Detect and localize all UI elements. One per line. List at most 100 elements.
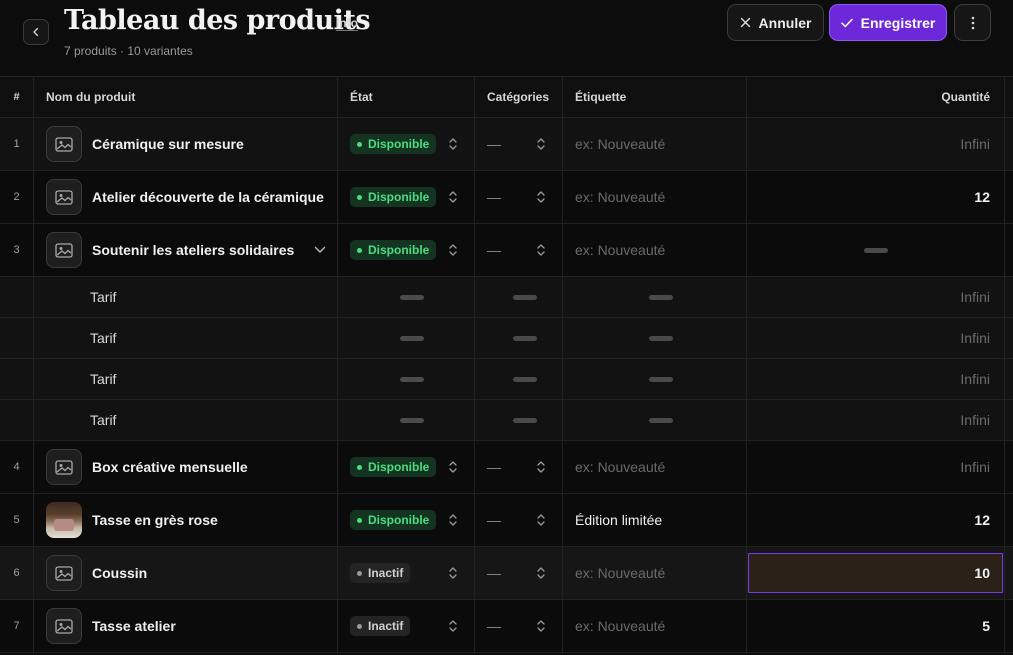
image-placeholder-icon [55,565,73,581]
state-cell[interactable]: Disponible [338,171,475,223]
variant-row[interactable]: Tarif Infini [0,359,1013,400]
select-chevrons-icon [537,244,545,256]
product-name: Box créative mensuelle [92,459,248,475]
select-chevrons-icon [449,461,457,473]
quantity-cell[interactable]: 12 [747,494,1005,546]
status-badge: Disponible [350,457,437,477]
save-button[interactable]: Enregistrer [829,4,947,41]
categories-cell[interactable]: — [475,600,563,652]
state-cell[interactable]: Disponible [338,441,475,493]
products-table: # Nom du produit État Catégories Étiquet… [0,76,1013,655]
product-name-cell[interactable]: Tasse atelier [34,600,338,652]
product-thumbnail [46,555,82,591]
info-link[interactable]: Info [336,16,358,30]
product-name-cell[interactable]: Atelier découverte de la céramique [34,171,338,223]
loading-placeholder [512,335,537,341]
chevron-left-icon [33,27,39,37]
table-row[interactable]: 1 Céramique sur mesure Disponible — ex: … [0,118,1013,171]
product-name-cell[interactable]: Coussin [34,547,338,599]
quantity-cell[interactable]: Infini [747,441,1005,493]
state-cell[interactable]: Disponible [338,494,475,546]
image-placeholder-icon [55,618,73,634]
product-name-cell[interactable]: Tasse en grès rose [34,494,338,546]
variant-quantity[interactable]: Infini [747,277,1005,317]
row-number: 3 [0,224,34,276]
variant-name: Tarif [34,359,338,399]
status-badge: Disponible [350,240,437,260]
table-row[interactable]: 5 Tasse en grès rose Disponible — Éditio… [0,494,1013,547]
tag-cell[interactable]: Édition limitée [563,494,747,546]
category-value: — [487,565,501,581]
column-header-num: # [0,77,34,117]
variant-quantity[interactable]: Infini [747,318,1005,358]
variant-quantity[interactable]: Infini [747,359,1005,399]
category-value: — [487,136,501,152]
product-name-cell[interactable]: Box créative mensuelle [34,441,338,493]
column-header-quantity[interactable]: Quantité [747,77,1005,117]
categories-cell[interactable]: — [475,224,563,276]
status-badge: Disponible [350,510,437,530]
state-cell[interactable]: Inactif [338,547,475,599]
column-header-tag[interactable]: Étiquette [563,77,747,117]
quantity-cell[interactable]: Infini [747,118,1005,170]
product-name: Coussin [92,565,148,581]
row-number: 7 [0,600,34,652]
select-chevrons-icon [537,138,545,150]
tag-cell[interactable]: ex: Nouveauté [563,118,747,170]
product-name-cell[interactable]: Céramique sur mesure [34,118,338,170]
product-name: Tasse en grès rose [92,512,218,528]
table-row[interactable]: 2 Atelier découverte de la céramique Dis… [0,171,1013,224]
product-name-cell[interactable]: Soutenir les ateliers solidaires [34,224,338,276]
product-name: Atelier découverte de la céramique [92,189,324,205]
quantity-cell[interactable] [747,224,1005,276]
check-icon [840,18,853,27]
table-row[interactable]: 6 Coussin Inactif — ex: Nouveauté 10 [0,547,1013,600]
table-header: # Nom du produit État Catégories Étiquet… [0,77,1013,118]
product-thumbnail [46,608,82,644]
quantity-cell[interactable]: 5 [747,600,1005,652]
tag-cell[interactable]: ex: Nouveauté [563,224,747,276]
tag-cell[interactable]: ex: Nouveauté [563,441,747,493]
categories-cell[interactable]: — [475,494,563,546]
tag-cell[interactable]: ex: Nouveauté [563,600,747,652]
select-chevrons-icon [449,138,457,150]
select-chevrons-icon [537,567,545,579]
back-button[interactable] [23,19,49,45]
table-row[interactable]: 3 Soutenir les ateliers solidaires Dispo… [0,224,1013,277]
categories-cell[interactable]: — [475,441,563,493]
row-number: 5 [0,494,34,546]
product-photo [46,502,82,538]
table-row[interactable]: 4 Box créative mensuelle Disponible — ex… [0,441,1013,494]
page-title: Tableau des produits [64,5,371,36]
table-row[interactable]: 7 Tasse atelier Inactif — ex: Nouveauté … [0,600,1013,653]
quantity-cell[interactable]: 12 [747,171,1005,223]
state-cell[interactable]: Disponible [338,118,475,170]
variant-row[interactable]: Tarif Infini [0,400,1013,441]
category-value: — [487,189,501,205]
state-cell[interactable]: Disponible [338,224,475,276]
variant-row[interactable]: Tarif Infini [0,277,1013,318]
variant-row[interactable]: Tarif Infini [0,318,1013,359]
loading-placeholder [648,376,673,382]
chevron-down-icon[interactable] [314,246,326,254]
tag-cell[interactable]: ex: Nouveauté [563,171,747,223]
cancel-button[interactable]: Annuler [727,4,824,41]
categories-cell[interactable]: — [475,547,563,599]
save-label: Enregistrer [860,14,936,31]
column-header-categories[interactable]: Catégories [475,77,563,117]
quantity-edit-input[interactable]: 10 [748,553,1003,593]
more-vertical-icon [971,16,974,29]
state-cell[interactable]: Inactif [338,600,475,652]
categories-cell[interactable]: — [475,171,563,223]
categories-cell[interactable]: — [475,118,563,170]
column-header-name[interactable]: Nom du produit [34,77,338,117]
variant-name: Tarif [34,318,338,358]
tag-cell[interactable]: ex: Nouveauté [563,547,747,599]
column-header-state[interactable]: État [338,77,475,117]
more-options-button[interactable] [954,4,991,41]
row-number: 2 [0,171,34,223]
product-thumbnail [46,232,82,268]
loading-placeholder [863,247,888,253]
category-value: — [487,512,501,528]
variant-quantity[interactable]: Infini [747,400,1005,440]
